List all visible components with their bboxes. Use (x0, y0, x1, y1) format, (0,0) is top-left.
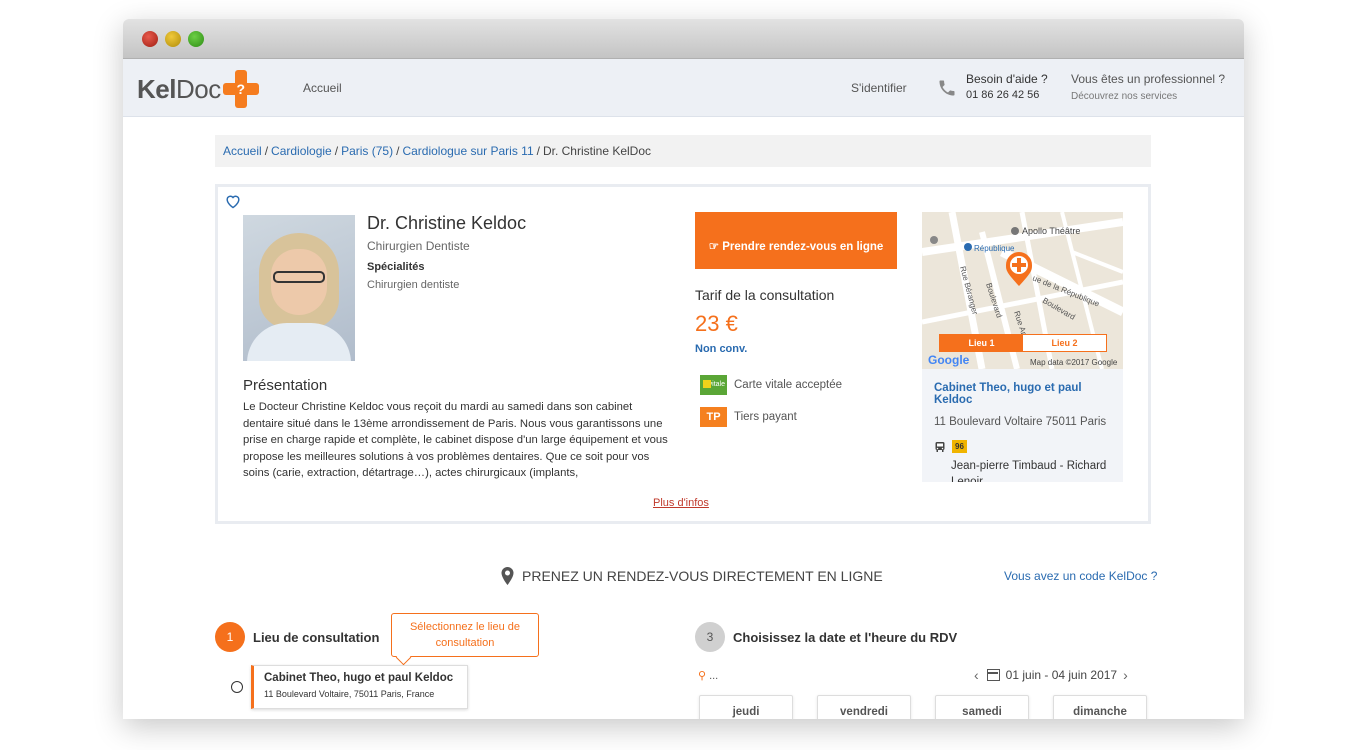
google-logo: Google (928, 353, 970, 367)
date-range-nav: ‹ 01 juin - 04 juin 2017 › (968, 667, 1134, 683)
doctor-name: Dr. Christine Keldoc (367, 213, 527, 233)
map-label-republique: République (974, 244, 1015, 253)
step-3: 3 Choisissez la date et l'heure du RDV (695, 622, 957, 652)
logo-cross-icon: ? (222, 70, 259, 108)
day-header[interactable]: samedi (935, 695, 1029, 719)
specialties-label: Spécialités (367, 261, 425, 273)
location-option-name: Cabinet Theo, hugo et paul Keldoc (264, 672, 454, 684)
location-panel: Apollo Théâtre République ue de la Répub… (922, 212, 1123, 482)
tab-lieu-1[interactable]: Lieu 1 (940, 335, 1023, 351)
login-link[interactable]: S'identifier (851, 81, 907, 95)
bus-info: 96 (934, 440, 967, 453)
phone-icon (939, 80, 955, 96)
hand-pointer-icon: ☞ (708, 240, 723, 253)
keldoc-code-link[interactable]: Vous avez un code KelDoc ? (1004, 569, 1157, 583)
selected-location: ⚲... (698, 669, 718, 682)
close-window-button[interactable] (142, 31, 158, 47)
vitale-feature: vitale Carte vitale acceptée (700, 375, 842, 395)
minimize-window-button[interactable] (165, 31, 181, 47)
tiers-payant-feature: TP Tiers payant (700, 407, 797, 427)
day-header[interactable]: jeudi (699, 695, 793, 719)
doctor-title: Chirurgien Dentiste (367, 239, 470, 253)
tp-icon: TP (700, 407, 727, 427)
bus-stop-name: Jean-pierre Timbaud - Richard Lenoir (951, 460, 1107, 482)
tiers-payant-label: Tiers payant (734, 411, 797, 423)
bus-number-badge: 96 (952, 440, 967, 453)
booking-section-title: PRENEZ UN RENDEZ-VOUS DIRECTEMENT EN LIG… (501, 567, 883, 585)
small-pin-icon: ⚲ (698, 670, 707, 682)
map-label-apollo: Apollo Théâtre (1022, 226, 1080, 236)
location-option[interactable]: Cabinet Theo, hugo et paul Keldoc 11 Bou… (251, 665, 468, 709)
convention-status: Non conv. (695, 343, 748, 355)
location-pin-icon (501, 567, 514, 585)
booking-section-title-text: PRENEZ UN RENDEZ-VOUS DIRECTEMENT EN LIG… (522, 568, 883, 584)
date-range-text: 01 juin - 04 juin 2017 (1005, 668, 1118, 682)
cabinet-address: 11 Boulevard Voltaire 75011 Paris (934, 416, 1107, 428)
more-info-link[interactable]: Plus d'infos (653, 497, 709, 509)
pro-title[interactable]: Vous êtes un professionnel ? (1071, 72, 1225, 86)
breadcrumb-item[interactable]: Cardiologie (271, 144, 332, 158)
selected-location-text: ... (709, 670, 719, 682)
breadcrumb-item[interactable]: Accueil (223, 144, 262, 158)
consultation-price: 23 € (695, 311, 738, 336)
step-1-number: 1 (215, 622, 245, 652)
doctor-card: Dr. Christine Keldoc Chirurgien Dentiste… (215, 184, 1151, 524)
vitale-card-icon: vitale (700, 375, 727, 395)
doctor-photo (243, 215, 355, 361)
prev-week-chevron-icon[interactable]: ‹ (974, 667, 979, 683)
book-appointment-label: Prendre rendez-vous en ligne (722, 240, 884, 253)
breadcrumb: Accueil / Cardiologie / Paris (75) / Cardiolog… (215, 135, 1151, 167)
heart-icon[interactable] (224, 193, 242, 209)
bus-icon (935, 441, 945, 452)
location-tabs: Lieu 1 Lieu 2 (939, 334, 1107, 352)
day-header[interactable]: dimanche (1053, 695, 1147, 719)
site-header: KelDoc ? Accueil S'identifier Besoin d'a… (123, 59, 1244, 117)
cabinet-name-link[interactable]: Cabinet Theo, hugo et paul Keldoc (934, 382, 1114, 406)
browser-window: KelDoc ? Accueil S'identifier Besoin d'a… (123, 19, 1244, 719)
step-1: 1 Lieu de consultation (215, 622, 379, 652)
maximize-window-button[interactable] (188, 31, 204, 47)
logo-text-doc: Doc (175, 73, 221, 104)
step-3-number: 3 (695, 622, 725, 652)
day-header[interactable]: vendredi (817, 695, 911, 719)
tab-lieu-2[interactable]: Lieu 2 (1023, 335, 1106, 351)
breadcrumb-item[interactable]: Cardiologue sur Paris 11 (402, 144, 533, 158)
presentation-title: Présentation (243, 377, 328, 394)
breadcrumb-item[interactable]: Paris (75) (341, 144, 393, 158)
book-appointment-button[interactable]: ☞ Prendre rendez-vous en ligne (695, 212, 897, 269)
map-attribution: Map data ©2017 Google (1030, 358, 1118, 367)
help-title: Besoin d'aide ? (966, 72, 1048, 86)
vitale-label: Carte vitale acceptée (734, 379, 843, 391)
pro-block[interactable]: Vous êtes un professionnel ? Découvrez n… (1071, 72, 1225, 102)
location-radio[interactable] (231, 681, 243, 693)
presentation-text: Le Docteur Christine Keldoc vous reçoit … (243, 401, 668, 479)
keldoc-logo[interactable]: KelDoc ? (137, 69, 259, 109)
step-3-label: Choisissez la date et l'heure du RDV (733, 629, 958, 645)
specialties-value: Chirurgien dentiste (367, 279, 460, 291)
location-option-address: 11 Boulevard Voltaire, 75011 Paris, Fran… (264, 689, 435, 699)
help-phone[interactable]: 01 86 26 42 56 (966, 89, 1039, 101)
next-week-chevron-icon[interactable]: › (1123, 667, 1128, 683)
window-titlebar (123, 19, 1244, 59)
location-map[interactable]: Apollo Théâtre République ue de la Répub… (922, 212, 1123, 369)
step-1-label: Lieu de consultation (253, 629, 380, 645)
logo-text-kel: Kel (137, 73, 176, 104)
nav-home-link[interactable]: Accueil (303, 81, 342, 95)
pro-subtitle[interactable]: Découvrez nos services (1071, 91, 1225, 102)
select-location-tooltip: Sélectionnez le lieu de consultation (391, 613, 539, 657)
day-columns: jeudi vendredi samedi dimanche (699, 695, 1171, 719)
tarif-title: Tarif de la consultation (695, 287, 835, 303)
calendar-icon (986, 669, 1000, 681)
breadcrumb-current: Dr. Christine KelDoc (542, 144, 652, 158)
